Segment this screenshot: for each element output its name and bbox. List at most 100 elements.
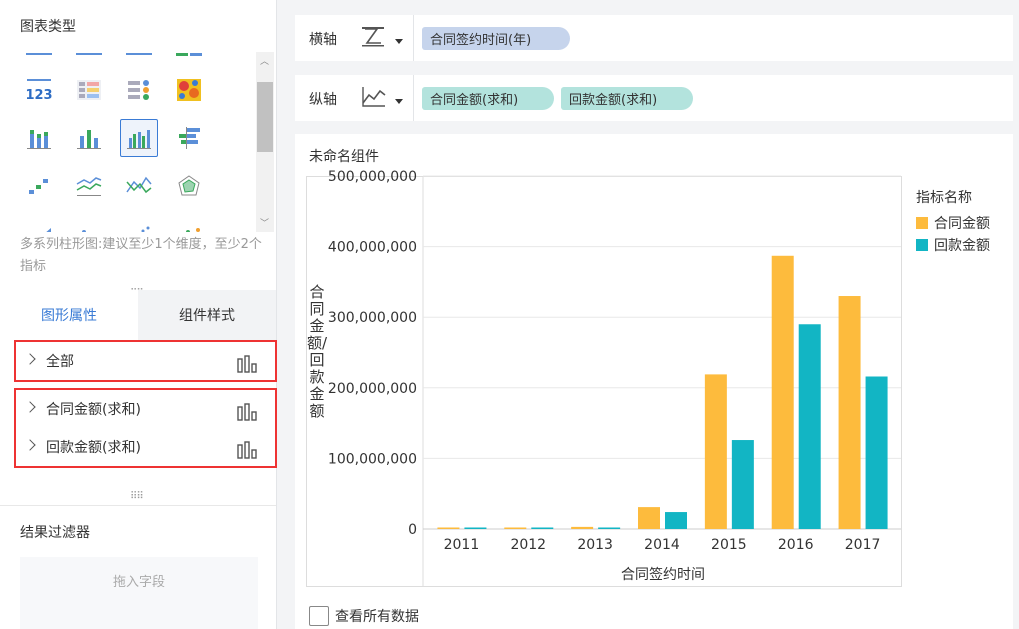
bar xyxy=(531,527,554,529)
bar-chart-icon[interactable] xyxy=(237,355,257,377)
chevron-right-icon[interactable] xyxy=(24,353,36,365)
divider xyxy=(0,505,276,506)
x-tick-label: 2012 xyxy=(510,537,546,553)
multi-series-bar-chart-icon[interactable] xyxy=(120,119,158,157)
chart-widget: 未命名组件 合同金额/回款金额 0 100,000,000 200,000,000 3… xyxy=(295,134,1013,629)
chevron-right-icon[interactable] xyxy=(24,439,36,451)
bar xyxy=(731,440,754,529)
x-axis-field-pill[interactable]: 合同签约时间(年) xyxy=(422,27,570,50)
bar xyxy=(437,527,460,529)
scroll-up-icon[interactable]: ︿ xyxy=(260,54,269,67)
bar xyxy=(665,512,687,529)
app-root: 图表类型 123 ︿ ﹀ 多系列柱形图:建议至少1个维度，至少2个指标 图形属性… xyxy=(0,0,1019,629)
measure-line-icon[interactable] xyxy=(361,85,387,113)
x-axis-label: 横轴 xyxy=(309,32,337,48)
legend-swatch xyxy=(916,217,928,229)
property-label: 回款金额(求和) xyxy=(46,440,141,456)
legend-label: 合同金额 xyxy=(934,216,990,232)
bar xyxy=(838,296,861,529)
tab-graphic-properties[interactable]: 图形属性 xyxy=(0,290,138,340)
legend-item-payment[interactable]: 回款金额 xyxy=(916,235,990,255)
legend-item-contract[interactable]: 合同金额 xyxy=(916,213,990,233)
legend-label: 回款金额 xyxy=(934,238,990,254)
bubble-chart-icon[interactable] xyxy=(164,214,214,232)
x-tick-label: 2014 xyxy=(644,537,680,553)
y-axis-bar: 纵轴 合同金额(求和) 回款金额(求和) xyxy=(295,75,1013,121)
heatmap-chart-icon[interactable] xyxy=(164,70,214,110)
radar-chart-icon[interactable] xyxy=(164,166,214,206)
dimension-sort-icon[interactable] xyxy=(361,25,387,53)
legend-title: 指标名称 xyxy=(916,190,972,206)
result-filter-title: 结果过滤器 xyxy=(20,525,90,541)
multi-line-chart-icon[interactable] xyxy=(114,166,164,206)
y-tick-label: 500,000,000 xyxy=(328,169,417,185)
bar xyxy=(798,324,821,529)
y-axis-field-pill-contract[interactable]: 合同金额(求和) xyxy=(422,87,554,110)
area-chart-icon[interactable] xyxy=(14,214,64,232)
list-chart-icon[interactable] xyxy=(114,70,164,110)
legend-swatch xyxy=(916,239,928,251)
chart-type-scrollbar[interactable]: ︿ ﹀ xyxy=(256,52,274,232)
stacked-bar-chart-icon[interactable] xyxy=(14,118,64,158)
horizontal-bar-chart-icon[interactable] xyxy=(164,118,214,158)
x-axis-title: 合同签约时间 xyxy=(621,566,705,583)
table-chart-icon[interactable] xyxy=(64,70,114,110)
divider xyxy=(413,75,414,121)
y-tick-label: 100,000,000 xyxy=(328,451,417,467)
bar xyxy=(638,507,660,529)
resize-grip-icon[interactable]: ⠿⠿ xyxy=(130,491,144,502)
y-tick-label: 200,000,000 xyxy=(328,381,417,397)
bar xyxy=(504,527,527,529)
chart-type-grid: 123 xyxy=(14,44,254,232)
y-tick-label: 0 xyxy=(408,522,417,538)
tab-component-style[interactable]: 组件样式 xyxy=(138,290,276,340)
property-tabs: 图形属性 组件样式 xyxy=(0,290,276,340)
view-all-data-label: 查看所有数据 xyxy=(335,609,419,625)
chevron-right-icon[interactable] xyxy=(24,401,36,413)
bar xyxy=(865,376,888,529)
view-all-data-row[interactable]: 查看所有数据 xyxy=(309,606,419,626)
svg-text:123: 123 xyxy=(26,88,52,102)
bar-chart-icon[interactable] xyxy=(64,118,114,158)
line-chart-icon[interactable] xyxy=(64,166,114,206)
divider xyxy=(413,15,414,61)
bar xyxy=(571,526,594,529)
bar xyxy=(464,527,487,529)
y-axis-label: 纵轴 xyxy=(309,92,337,108)
chevron-down-icon[interactable] xyxy=(395,39,403,44)
chevron-down-icon[interactable] xyxy=(395,99,403,104)
scroll-down-icon[interactable]: ﹀ xyxy=(260,216,269,229)
scatter-step-chart-icon[interactable] xyxy=(14,166,64,206)
property-item-payment[interactable]: 回款金额(求和) xyxy=(16,428,275,466)
chart-type-hint: 多系列柱形图:建议至少1个维度，至少2个指标 xyxy=(20,237,262,274)
y-axis-field-pill-payment[interactable]: 回款金额(求和) xyxy=(561,87,693,110)
property-label: 合同金额(求和) xyxy=(46,402,141,418)
scatter-chart-icon[interactable] xyxy=(114,214,164,232)
bar xyxy=(771,255,794,529)
x-axis-bar: 横轴 合同签约时间(年) xyxy=(295,15,1013,61)
x-tick-label: 2013 xyxy=(577,537,613,553)
range-area-chart-icon[interactable] xyxy=(64,214,114,232)
bar-chart: 0 100,000,000 200,000,000 300,000,000 400,00… xyxy=(328,169,901,587)
bar xyxy=(598,527,621,529)
x-tick-label: 2011 xyxy=(444,537,480,553)
x-tick-label: 2017 xyxy=(845,537,881,553)
y-tick-label: 400,000,000 xyxy=(328,240,417,256)
bar xyxy=(704,374,727,529)
y-tick-label: 300,000,000 xyxy=(328,310,417,326)
property-series-box: 合同金额(求和) 回款金额(求和) xyxy=(14,388,277,468)
x-tick-label: 2015 xyxy=(711,537,747,553)
chart-types-title: 图表类型 xyxy=(20,19,76,35)
kpi-number-chart-icon[interactable]: 123 xyxy=(14,70,64,110)
filter-drop-zone[interactable]: 拖入字段 xyxy=(20,557,258,629)
property-item-all[interactable]: 全部 xyxy=(16,342,275,380)
x-tick-label: 2016 xyxy=(778,537,814,553)
view-all-data-checkbox[interactable] xyxy=(309,606,329,626)
property-item-contract[interactable]: 合同金额(求和) xyxy=(16,390,275,428)
bar-chart-icon[interactable] xyxy=(237,403,257,425)
property-label: 全部 xyxy=(46,354,74,370)
left-panel: 图表类型 123 ︿ ﹀ 多系列柱形图:建议至少1个维度，至少2个指标 图形属性… xyxy=(0,0,277,629)
bar-chart-icon[interactable] xyxy=(237,441,257,463)
scrollbar-thumb[interactable] xyxy=(257,82,273,152)
property-all-box: 全部 xyxy=(14,340,277,382)
